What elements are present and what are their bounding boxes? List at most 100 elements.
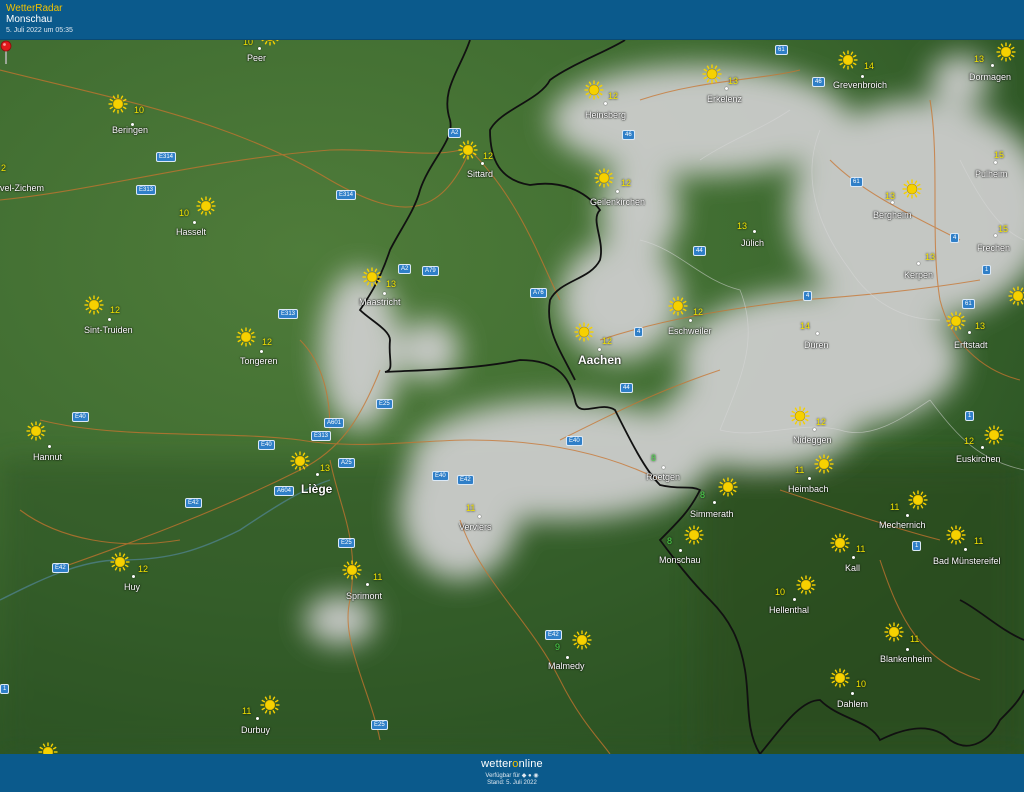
availability-note: Verfügbar für ◆ ● ◉: [0, 772, 1024, 779]
town-label[interactable]: Kerpen: [904, 270, 933, 280]
temperature-label: 11: [242, 706, 252, 716]
sun-icon: [884, 622, 904, 642]
town-dot: [851, 692, 854, 695]
brand-text: wetter: [481, 758, 513, 770]
town-dot: [108, 318, 111, 321]
town-dot: [813, 428, 816, 431]
available-label: Verfügbar für: [485, 773, 521, 779]
road-shield: E25: [338, 538, 355, 548]
road-shield: 4: [950, 233, 960, 243]
town-label[interactable]: Dormagen: [969, 72, 1011, 82]
town-label[interactable]: Maastricht: [359, 297, 401, 307]
town-label[interactable]: Monschau: [659, 555, 701, 565]
town-label[interactable]: Bergheim: [873, 210, 912, 220]
road-shield: E314: [336, 190, 357, 200]
road-shield: E42: [52, 563, 69, 573]
temperature-label: 8: [700, 490, 706, 500]
town-label[interactable]: Kall: [845, 563, 860, 573]
town-label[interactable]: Durbuy: [241, 725, 270, 735]
sun-icon: [290, 451, 310, 471]
town-dot: [991, 64, 994, 67]
sun-icon: [830, 533, 850, 553]
road-shield: 61: [775, 45, 788, 55]
temperature-label: 10: [134, 105, 145, 115]
town-dot: [713, 501, 716, 504]
town-label[interactable]: Malmedy: [548, 661, 585, 671]
temperature-label: 11: [910, 634, 920, 644]
town-label[interactable]: Mechernich: [879, 520, 926, 530]
town-label[interactable]: Hellenthal: [769, 605, 809, 615]
temperature-label: 15: [994, 150, 1005, 160]
town-label[interactable]: Tongeren: [240, 356, 278, 366]
town-label[interactable]: Erkelenz: [707, 94, 742, 104]
temperature-label: 11: [974, 536, 984, 546]
town-label[interactable]: Dahlem: [837, 699, 868, 709]
radar-map[interactable]: Peer Beringen vel-Zichem Hasselt Sint-Tr…: [0, 40, 1024, 754]
town-label[interactable]: Aachen: [578, 353, 621, 367]
town-label[interactable]: Liège: [301, 482, 332, 496]
town-label[interactable]: Bad Münstereifel: [933, 556, 1001, 566]
town-label[interactable]: vel-Zichem: [0, 183, 44, 193]
town-dot: [258, 47, 261, 50]
town-dot: [725, 87, 728, 90]
town-label[interactable]: Heimbach: [788, 484, 829, 494]
temperature-label: 13: [975, 321, 986, 331]
town-dot: [260, 350, 263, 353]
road-shield: 4: [803, 291, 813, 301]
town-label[interactable]: Grevenbroich: [833, 80, 887, 90]
town-dot: [366, 583, 369, 586]
temperature-label: 12: [602, 336, 613, 346]
town-dot: [679, 549, 682, 552]
town-label[interactable]: Jülich: [741, 238, 764, 248]
town-label[interactable]: Frechen: [977, 243, 1010, 253]
town-dot: [808, 477, 811, 480]
town-label[interactable]: Eschweiler: [668, 326, 712, 336]
town-label[interactable]: Hannut: [33, 452, 62, 462]
town-label[interactable]: Huy: [124, 582, 140, 592]
road-shield: E40: [72, 412, 89, 422]
town-label[interactable]: Düren: [804, 340, 829, 350]
sun-icon: [574, 322, 594, 342]
location-pin-icon[interactable]: [0, 40, 12, 64]
temperature-label: 8: [651, 453, 657, 463]
brand-logo[interactable]: wetteronline: [0, 758, 1024, 770]
town-label[interactable]: Sprimont: [346, 591, 382, 601]
town-label[interactable]: Nideggen: [793, 435, 832, 445]
sun-icon: [110, 552, 130, 572]
town-label[interactable]: Pulheim: [975, 169, 1008, 179]
town-label[interactable]: Geilenkirchen: [590, 197, 645, 207]
town-dot: [616, 190, 619, 193]
town-label[interactable]: Heinsberg: [585, 110, 626, 120]
town-dot: [48, 445, 51, 448]
road-shield: E314: [156, 152, 177, 162]
road-shield: E25: [371, 720, 388, 730]
town-label[interactable]: Blankenheim: [880, 654, 932, 664]
town-dot: [816, 332, 819, 335]
sun-icon: [984, 425, 1004, 445]
town-label[interactable]: Euskirchen: [956, 454, 1001, 464]
town-dot: [891, 201, 894, 204]
town-label[interactable]: Sint-Truiden: [84, 325, 133, 335]
temperature-label: 10: [856, 679, 867, 689]
temperature-label: 9: [555, 642, 561, 652]
temperature-label: 10: [775, 587, 786, 597]
temperature-label: 13: [974, 54, 985, 64]
town-label[interactable]: Hasselt: [176, 227, 206, 237]
road-shield: 61: [962, 299, 975, 309]
temperature-label: 15: [998, 224, 1009, 234]
town-dot: [662, 466, 665, 469]
town-dot: [478, 515, 481, 518]
town-label[interactable]: Simmerath: [690, 509, 734, 519]
temperature-label: 13: [925, 252, 936, 262]
temperature-label: 11: [373, 572, 383, 582]
town-label[interactable]: Roetgen: [646, 472, 680, 482]
town-label[interactable]: Verviers: [459, 522, 492, 532]
temperature-label: 13: [737, 221, 748, 231]
sun-icon: [790, 406, 810, 426]
town-label[interactable]: Erftstadt: [954, 340, 988, 350]
road-shield: E40: [432, 471, 449, 481]
town-label[interactable]: Beringen: [112, 125, 148, 135]
town-dot: [906, 648, 909, 651]
town-label[interactable]: Sittard: [467, 169, 493, 179]
town-label[interactable]: Peer: [247, 53, 266, 63]
